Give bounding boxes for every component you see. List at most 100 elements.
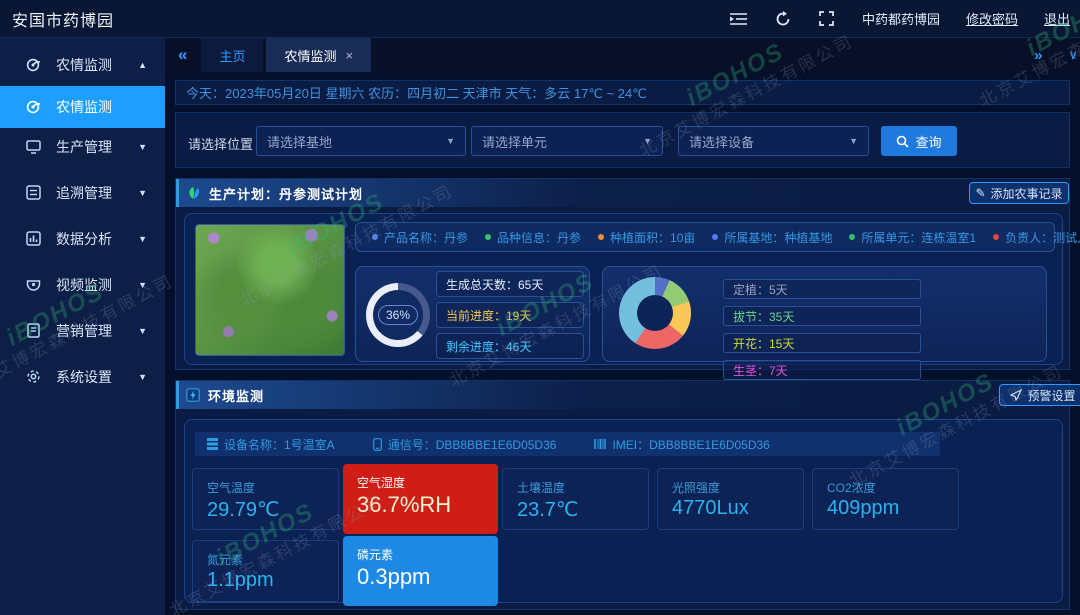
org-link[interactable]: 中药都药博园 <box>862 9 940 28</box>
location-filter-label: 请选择位置 <box>188 134 253 153</box>
sidebar-item-label: 农情监测 <box>56 97 112 117</box>
chevron-down-icon: ▼ <box>643 136 662 146</box>
change-password-link[interactable]: 修改密码 <box>966 9 1018 28</box>
progress-percent: 36% <box>378 305 418 325</box>
chevron-down-icon: ▼ <box>138 234 147 244</box>
app-title: 安国市药博园 <box>0 7 114 31</box>
sidebar-item-data-analysis[interactable]: 数据分析 ▼ <box>0 218 165 260</box>
alert-settings-label: 预警设置 <box>1027 387 1075 404</box>
megaphone-icon <box>1010 389 1022 401</box>
refresh-icon[interactable] <box>774 10 792 28</box>
stages-donut-hole <box>637 295 673 331</box>
bolt-icon <box>186 388 200 402</box>
chevron-down-icon: ▼ <box>138 326 147 336</box>
sidebar-item-agri-monitor-parent[interactable]: 农情监测 ▲ <box>0 44 165 86</box>
phone-icon <box>373 438 382 451</box>
tab-agri-monitor[interactable]: 农情监测 × <box>266 38 371 72</box>
sidebar-item-production[interactable]: 生产管理 ▼ <box>0 126 165 168</box>
sidebar-item-settings[interactable]: 系统设置 ▼ <box>0 356 165 398</box>
legend-item-shengjing: 生茎：7天 <box>723 360 921 380</box>
chevron-down-icon: ▼ <box>849 136 868 146</box>
stat-current-progress: 当前进度：19天 <box>436 302 584 328</box>
sensor-card-air-temp[interactable]: 空气温度 29.79℃ <box>192 468 339 530</box>
plan-info-row: 产品名称：丹参 品种信息：丹参 种植面积：10亩 所属基地：种植基地 所属单元：… <box>355 222 1055 252</box>
tab-home[interactable]: 主页 <box>201 38 263 72</box>
device-select-value: 请选择设备 <box>679 132 754 151</box>
monitor-icon <box>26 139 42 155</box>
sidebar-item-traceability[interactable]: 追溯管理 ▼ <box>0 172 165 214</box>
sensor-card-light[interactable]: 光照强度 4770Lux <box>657 468 804 530</box>
environment-body: 设备名称：1号温室A 通信号：DBB8BBE1E6D05D36 IMEI：DBB… <box>184 419 1063 603</box>
sidebar-item-label: 追溯管理 <box>56 183 112 203</box>
unit-select-value: 请选择单元 <box>472 132 547 151</box>
add-farm-record-button[interactable]: ✎ 添加农事记录 <box>969 182 1069 204</box>
production-section-title: 生产计划：丹参测试计划 <box>209 184 363 203</box>
growth-stage-card: 定植：5天 拔节：35天 开花：15天 生茎：7天 <box>602 266 1047 362</box>
production-plan-section: 生产计划：丹参测试计划 ✎ 添加农事记录 产品名称：丹参 品种信息：丹参 种植面… <box>175 178 1070 370</box>
sidebar-item-agri-monitor-active[interactable]: 农情监测 <box>0 86 165 128</box>
device-select[interactable]: 请选择设备 ▼ <box>678 126 869 156</box>
sidebar: 农情监测 ▲ 农情监测 生产管理 ▼ 追溯管理 ▼ 数据分析 ▼ 视频监测 ▼ … <box>0 38 165 615</box>
plan-info-item: 所属基地：种植基地 <box>712 229 832 246</box>
sensor-card-soil-temp[interactable]: 土壤温度 23.7℃ <box>502 468 649 530</box>
progress-card: 36% 生成总天数：65天 当前进度：19天 剩余进度：46天 <box>355 266 590 362</box>
search-button-label: 查询 <box>915 132 941 151</box>
dot-icon <box>849 234 855 240</box>
tab-close-icon[interactable]: × <box>346 48 354 63</box>
alert-settings-button[interactable]: 预警设置 <box>999 384 1080 406</box>
legend-item-bajie: 拔节：35天 <box>723 306 921 326</box>
plan-info-item: 所属单元：连栋温室1 <box>849 229 976 246</box>
chevron-up-icon: ▲ <box>138 60 147 70</box>
stat-total-days: 生成总天数：65天 <box>436 271 584 297</box>
chart-icon <box>26 231 42 247</box>
legend-item-kaihua: 开花：15天 <box>723 333 921 353</box>
dot-icon <box>598 234 604 240</box>
date-weather-bar: 今天：2023年05月20日 星期六 农历：四月初二 天津市 天气：多云 17℃… <box>175 80 1070 105</box>
sidebar-item-label: 农情监测 <box>56 55 112 75</box>
chevron-down-icon: ▼ <box>138 188 147 198</box>
sensor-card-nitrogen[interactable]: 氮元素 1.1ppm <box>192 540 339 602</box>
device-imei: IMEI：DBB8BBE1E6D05D36 <box>594 436 769 453</box>
tabs-collapse-icon[interactable]: « <box>178 45 187 65</box>
tab-bar: « 主页 农情监测 × » ∨ <box>165 38 1080 72</box>
plan-info-item: 种植面积：10亩 <box>598 229 695 246</box>
filter-panel: 请选择位置 请选择基地 ▼ 请选择单元 ▼ 请选择设备 ▼ 查询 <box>175 112 1070 168</box>
sidebar-item-video-monitor[interactable]: 视频监测 ▼ <box>0 264 165 306</box>
search-button[interactable]: 查询 <box>881 126 957 156</box>
sidebar-item-label: 生产管理 <box>56 137 112 157</box>
plan-info-item: 产品名称：丹参 <box>372 229 468 246</box>
collapse-menu-icon[interactable] <box>730 10 748 28</box>
production-section-header: 生产计划：丹参测试计划 ✎ 添加农事记录 <box>176 179 1069 207</box>
sensor-card-co2[interactable]: CO2浓度 409ppm <box>812 468 959 530</box>
sidebar-item-label: 数据分析 <box>56 229 112 249</box>
dot-icon <box>485 234 491 240</box>
base-select-value: 请选择基地 <box>257 132 332 151</box>
sensor-card-air-humidity-alarm[interactable]: 空气湿度 36.7%RH <box>343 464 498 534</box>
tabs-expand-icon[interactable]: » <box>1034 47 1042 64</box>
dot-icon <box>372 234 378 240</box>
search-icon <box>896 135 909 148</box>
environment-section: 环境监测 预警设置 设备名称：1号温室A 通信号：DBB8BBE1E6D05D3… <box>175 380 1070 610</box>
add-farm-record-label: 添加农事记录 <box>991 185 1063 202</box>
fullscreen-icon[interactable] <box>818 10 836 28</box>
server-icon <box>207 438 218 450</box>
stat-remaining-progress: 剩余进度：46天 <box>436 333 584 359</box>
chevron-down-icon: ▼ <box>138 280 147 290</box>
tabs-dropdown-icon[interactable]: ∨ <box>1068 47 1078 63</box>
unit-select[interactable]: 请选择单元 ▼ <box>471 126 663 156</box>
logout-link[interactable]: 退出 <box>1044 9 1070 28</box>
crop-photo <box>195 224 345 356</box>
production-body: 产品名称：丹参 品种信息：丹参 种植面积：10亩 所属基地：种植基地 所属单元：… <box>184 213 1063 365</box>
device-name: 设备名称：1号温室A <box>207 436 335 453</box>
agri-monitor-icon <box>26 57 42 73</box>
sidebar-item-label: 营销管理 <box>56 321 112 341</box>
top-header: 安国市药博园 中药都药博园 修改密码 退出 <box>0 0 1080 38</box>
gear-icon <box>26 369 42 385</box>
tab-active-label: 农情监测 <box>284 46 336 65</box>
sidebar-item-marketing[interactable]: 营销管理 ▼ <box>0 310 165 352</box>
plan-info-item: 负责人：测试人员 <box>993 229 1080 246</box>
environment-section-title: 环境监测 <box>208 386 264 405</box>
sensor-card-phosphorus-selected[interactable]: 磷元素 0.3ppm <box>343 536 498 606</box>
base-select[interactable]: 请选择基地 ▼ <box>256 126 466 156</box>
chevron-down-icon: ▼ <box>138 142 147 152</box>
